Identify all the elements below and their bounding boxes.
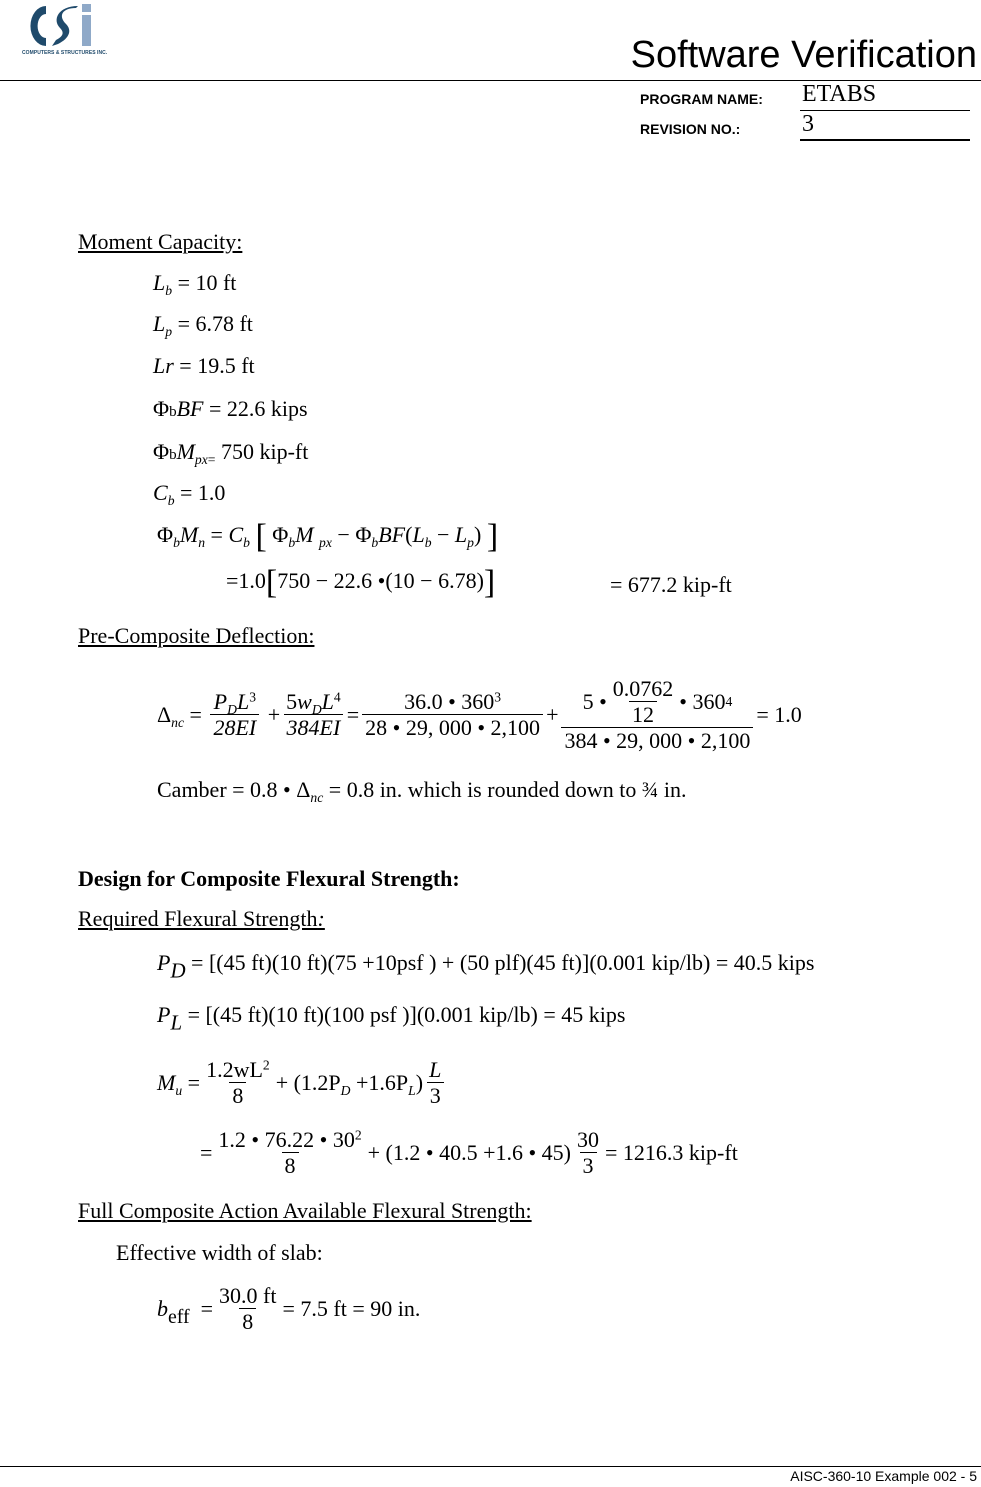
design-heading: Design for Composite Flexural Strength: xyxy=(78,866,460,891)
pd-equation: PD = [(45 ft)(10 ft)(75 +10psf ) + (50 p… xyxy=(157,950,815,983)
mn-equation: ΦbMn = Cb [ ΦbM px − ΦbBF(Lb − Lp) ] xyxy=(157,518,499,555)
cb-line: Cb = 1.0 xyxy=(153,480,226,508)
term-2-fraction: 5wDL4 384EI xyxy=(283,689,344,740)
lb-value-line: Lb = 10 ft xyxy=(153,270,237,298)
full-composite-heading: Full Composite Action Available Flexural… xyxy=(78,1198,532,1223)
mn-substitution: =1.0[750 − 22.6 •(10 − 6.78)] xyxy=(226,564,496,601)
logo-subtitle: COMPUTERS & STRUCTURES INC. xyxy=(22,50,108,56)
phi-mpx-line: ΦbMpx= 750 kip-ft xyxy=(153,439,309,467)
revision-underline xyxy=(800,139,970,141)
pre-composite-heading: Pre-Composite Deflection: xyxy=(78,623,315,648)
footer-page-label: AISC-360-10 Example 002 - 5 xyxy=(790,1468,977,1484)
moment-capacity-heading: Moment Capacity: xyxy=(78,229,243,254)
revision-label: REVISION NO.: xyxy=(640,121,741,137)
page-title: Software Verification xyxy=(630,34,977,76)
lp-value-line: Lp = 6.78 ft xyxy=(153,311,253,339)
lr-value-line: Lr = 19.5 ft xyxy=(153,353,255,378)
mu-substitution: = 1.2 • 76.22 • 302 8 + (1.2 • 40.5 +1.6 … xyxy=(200,1126,738,1178)
deflection-equation: Δnc = PDL3 28EI + 5wDL4 384EI = 36.0 • 3… xyxy=(157,675,802,754)
camber-line: Camber = 0.8 • Δnc = 0.8 in. which is ro… xyxy=(157,777,687,805)
numeric-term-1-fraction: 36.0 • 3603 28 • 29, 000 • 2,100 xyxy=(362,689,544,740)
beff-equation: beff = 30.0 ft 8 = 7.5 ft = 90 in. xyxy=(157,1282,421,1334)
program-name-value: ETABS xyxy=(802,81,877,107)
numeric-term-2-fraction: 5 • 0.0762 12 • 360 4 384 • 29, 000 • 2,10… xyxy=(561,676,754,754)
pl-equation: PL = [(45 ft)(10 ft)(100 psf )](0.001 ki… xyxy=(157,1002,626,1035)
phi-bf-line: ΦbBF = 22.6 kips xyxy=(153,396,308,421)
term-1-fraction: PDL3 28EI xyxy=(210,689,260,740)
program-name-label: PROGRAM NAME: xyxy=(640,91,763,107)
effective-width-label: Effective width of slab: xyxy=(116,1240,323,1265)
required-flexural-heading: Required Flexural Strength: xyxy=(78,906,325,931)
footer-divider xyxy=(0,1466,981,1467)
program-name-underline xyxy=(800,110,970,111)
revision-value: 3 xyxy=(802,111,814,137)
mu-equation: Mu = 1.2wL2 8 + (1.2PD +1.6PL) L3 xyxy=(157,1050,447,1116)
mn-result: = 677.2 kip-ft xyxy=(610,572,732,597)
